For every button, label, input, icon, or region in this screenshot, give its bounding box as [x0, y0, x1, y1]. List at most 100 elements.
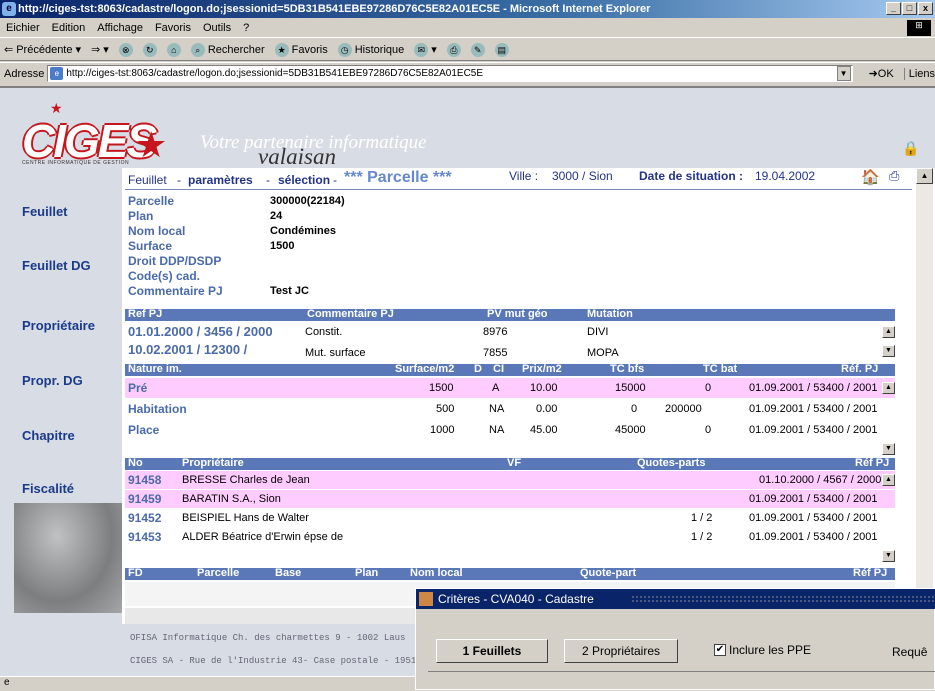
nature-tc-bat: 0 [705, 382, 712, 394]
menu-edition[interactable]: Edition [52, 22, 86, 34]
col-surface: Surface/m2 [395, 363, 455, 375]
nature-row[interactable]: Place 1000 NA 45.00 45000 0 01.09.2001 /… [125, 420, 895, 440]
nav-fiscalite[interactable]: Fiscalité [22, 481, 74, 496]
owner-row[interactable]: 91459 BARATIN S.A., Sion 01.09.2001 / 53… [125, 490, 895, 508]
owner-no[interactable]: 91452 [128, 511, 161, 525]
owners-scroll-down[interactable]: ▼ [882, 550, 895, 562]
value-nom-local: Condémines [270, 225, 337, 237]
edit-button[interactable]: ✎ [470, 42, 485, 57]
links-button[interactable]: Liens [903, 67, 935, 80]
back-button[interactable]: ⇐ Précédente ▾ [4, 43, 81, 57]
nav-feuillet[interactable]: Feuillet [22, 204, 68, 219]
mail-icon: ✉ [414, 42, 429, 57]
dialog-title-pattern [631, 595, 935, 603]
favorites-button[interactable]: ★ Favoris [274, 42, 328, 57]
owner-quote: 1 / 2 [691, 512, 713, 524]
footer-line-1: OFISA Informatique Ch. des charmettes 9 … [130, 633, 406, 643]
tab-proprietaires[interactable]: 2 Propriétaires [564, 639, 678, 663]
menu-fichier[interactable]: Eichier [6, 22, 40, 34]
history-button[interactable]: ◷ Historique [337, 42, 404, 57]
col-quote-part: Quote-part [580, 567, 637, 579]
nature-ci: NA [489, 403, 505, 415]
nav-feuillet-dg[interactable]: Feuillet DG [22, 258, 91, 273]
maximize-button[interactable]: □ [902, 2, 917, 15]
dialog-titlebar[interactable]: Critères - CVA040 - Cadastre [416, 589, 935, 609]
value-parcelle: 300000(22184) [270, 195, 345, 207]
bc-parametres[interactable]: paramètres [188, 173, 253, 187]
nature-scroll-down[interactable]: ▼ [882, 443, 895, 455]
page-scroll-up[interactable]: ▲ [916, 168, 933, 184]
mutation-ref[interactable]: 10.02.2001 / 12300 / [128, 342, 247, 357]
include-ppe-checkbox[interactable]: ✔ [714, 644, 726, 656]
print-icon: ⎙ [446, 42, 461, 57]
mutation-row[interactable]: 10.02.2001 / 12300 / Mut. surface 7855 M… [125, 341, 895, 361]
mutation-scroll-up[interactable]: ▲ [882, 326, 895, 338]
bc-sep1: - [177, 173, 181, 187]
nature-tc-bfs: 15000 [615, 382, 646, 394]
nature-row[interactable]: Habitation 500 NA 0.00 0 200000 01.09.20… [125, 399, 895, 419]
search-button[interactable]: ⌕ Rechercher [190, 42, 265, 57]
request-button[interactable]: Requê [892, 645, 927, 659]
print-button[interactable]: ⎙ [446, 42, 461, 57]
search-icon: ⌕ [190, 42, 205, 57]
refresh-button[interactable]: ↻ [142, 42, 157, 57]
col-ref-pj: Réf PJ [855, 457, 890, 469]
col-fd: FD [128, 567, 143, 579]
tab-feuillets[interactable]: 1 Feuillets [436, 639, 548, 663]
mutation-row[interactable]: 01.01.2000 / 3456 / 2000 Constit. 8976 D… [125, 322, 895, 340]
owner-row[interactable]: 91452 BEISPIEL Hans de Walter 1 / 2 01.0… [125, 509, 895, 527]
col-ref-pj: Ref PJ [128, 308, 163, 320]
nature-scroll-up[interactable]: ▲ [882, 382, 895, 394]
include-ppe-label: Inclure les PPE [729, 643, 812, 657]
bc-selection[interactable]: sélection [278, 173, 330, 187]
address-input[interactable]: e http://ciges-tst:8063/cadastre/logon.d… [47, 65, 853, 82]
printer-icon[interactable]: ⎙ [889, 168, 899, 184]
col-no: No [128, 457, 143, 469]
col-vf: VF [507, 457, 522, 469]
criteria-dialog: Critères - CVA040 - Cadastre 1 Feuillets… [415, 588, 935, 690]
menu-affichage[interactable]: Affichage [97, 22, 143, 34]
home-page-icon[interactable]: 🏠 [861, 168, 880, 186]
favorites-icon: ★ [274, 42, 289, 57]
nature-header: Nature im. Surface/m2 D CI Prix/m2 TC bf… [125, 363, 895, 376]
go-label: OK [877, 68, 894, 80]
mail-button[interactable]: ✉ ▾ [414, 42, 437, 57]
address-dropdown-button[interactable]: ▼ [836, 66, 851, 81]
owner-quote: 1 / 2 [691, 531, 713, 543]
browser-toolbar: ⇐ Précédente ▾ ⇒ ▾ ⊗ ↻ ⌂ ⌕ Rechercher ★ Fav… [0, 39, 935, 61]
close-button[interactable]: x [918, 2, 933, 15]
owner-row[interactable]: 91453 ALDER Béatrice d'Erwin épse de 1 /… [125, 528, 895, 546]
mutation-scroll-down[interactable]: ▼ [882, 345, 895, 357]
bc-feuillet[interactable]: Feuillet [128, 173, 167, 187]
value-plan: 24 [270, 210, 283, 222]
lock-icon[interactable]: 🔒 [902, 140, 919, 157]
nav-propr-dg[interactable]: Propr. DG [22, 373, 83, 388]
ville-value: 3000 / Sion [552, 169, 613, 183]
nav-chapitre[interactable]: Chapitre [22, 428, 75, 443]
owner-row[interactable]: 91458 BRESSE Charles de Jean 01.10.2000 … [125, 471, 895, 489]
home-button[interactable]: ⌂ [166, 42, 181, 57]
minimize-button[interactable]: _ [886, 2, 901, 15]
nature-ci: A [492, 382, 500, 394]
breadcrumb: Feuillet - paramètres - sélection - *** … [125, 168, 912, 190]
owners-scroll-up[interactable]: ▲ [882, 474, 895, 486]
owner-no[interactable]: 91458 [128, 473, 161, 487]
menu-help[interactable]: ? [243, 22, 249, 34]
col-proprietaire: Propriétaire [182, 457, 244, 469]
discuss-button[interactable]: ▤ [494, 42, 509, 57]
mutation-ref[interactable]: 01.01.2000 / 3456 / 2000 [128, 324, 273, 339]
dialog-title: Critères - CVA040 - Cadastre [438, 592, 594, 606]
col-commentaire-pj: Commentaire PJ [307, 308, 394, 320]
forward-button[interactable]: ⇒ ▾ [91, 43, 109, 56]
col-plan: Plan [355, 567, 379, 579]
owner-no[interactable]: 91459 [128, 492, 161, 506]
go-button[interactable]: ➜OK [869, 67, 894, 80]
nav-proprietaire[interactable]: Propriétaire [22, 318, 95, 333]
stop-button[interactable]: ⊗ [118, 42, 133, 57]
menu-favoris[interactable]: Favoris [155, 22, 191, 34]
nature-row[interactable]: Pré 1500 A 10.00 15000 0 01.09.2001 / 53… [125, 378, 895, 398]
favorites-label: Favoris [291, 43, 328, 56]
nature-surface: 1000 [430, 424, 455, 436]
menu-outils[interactable]: Outils [203, 22, 231, 34]
owner-no[interactable]: 91453 [128, 530, 161, 544]
